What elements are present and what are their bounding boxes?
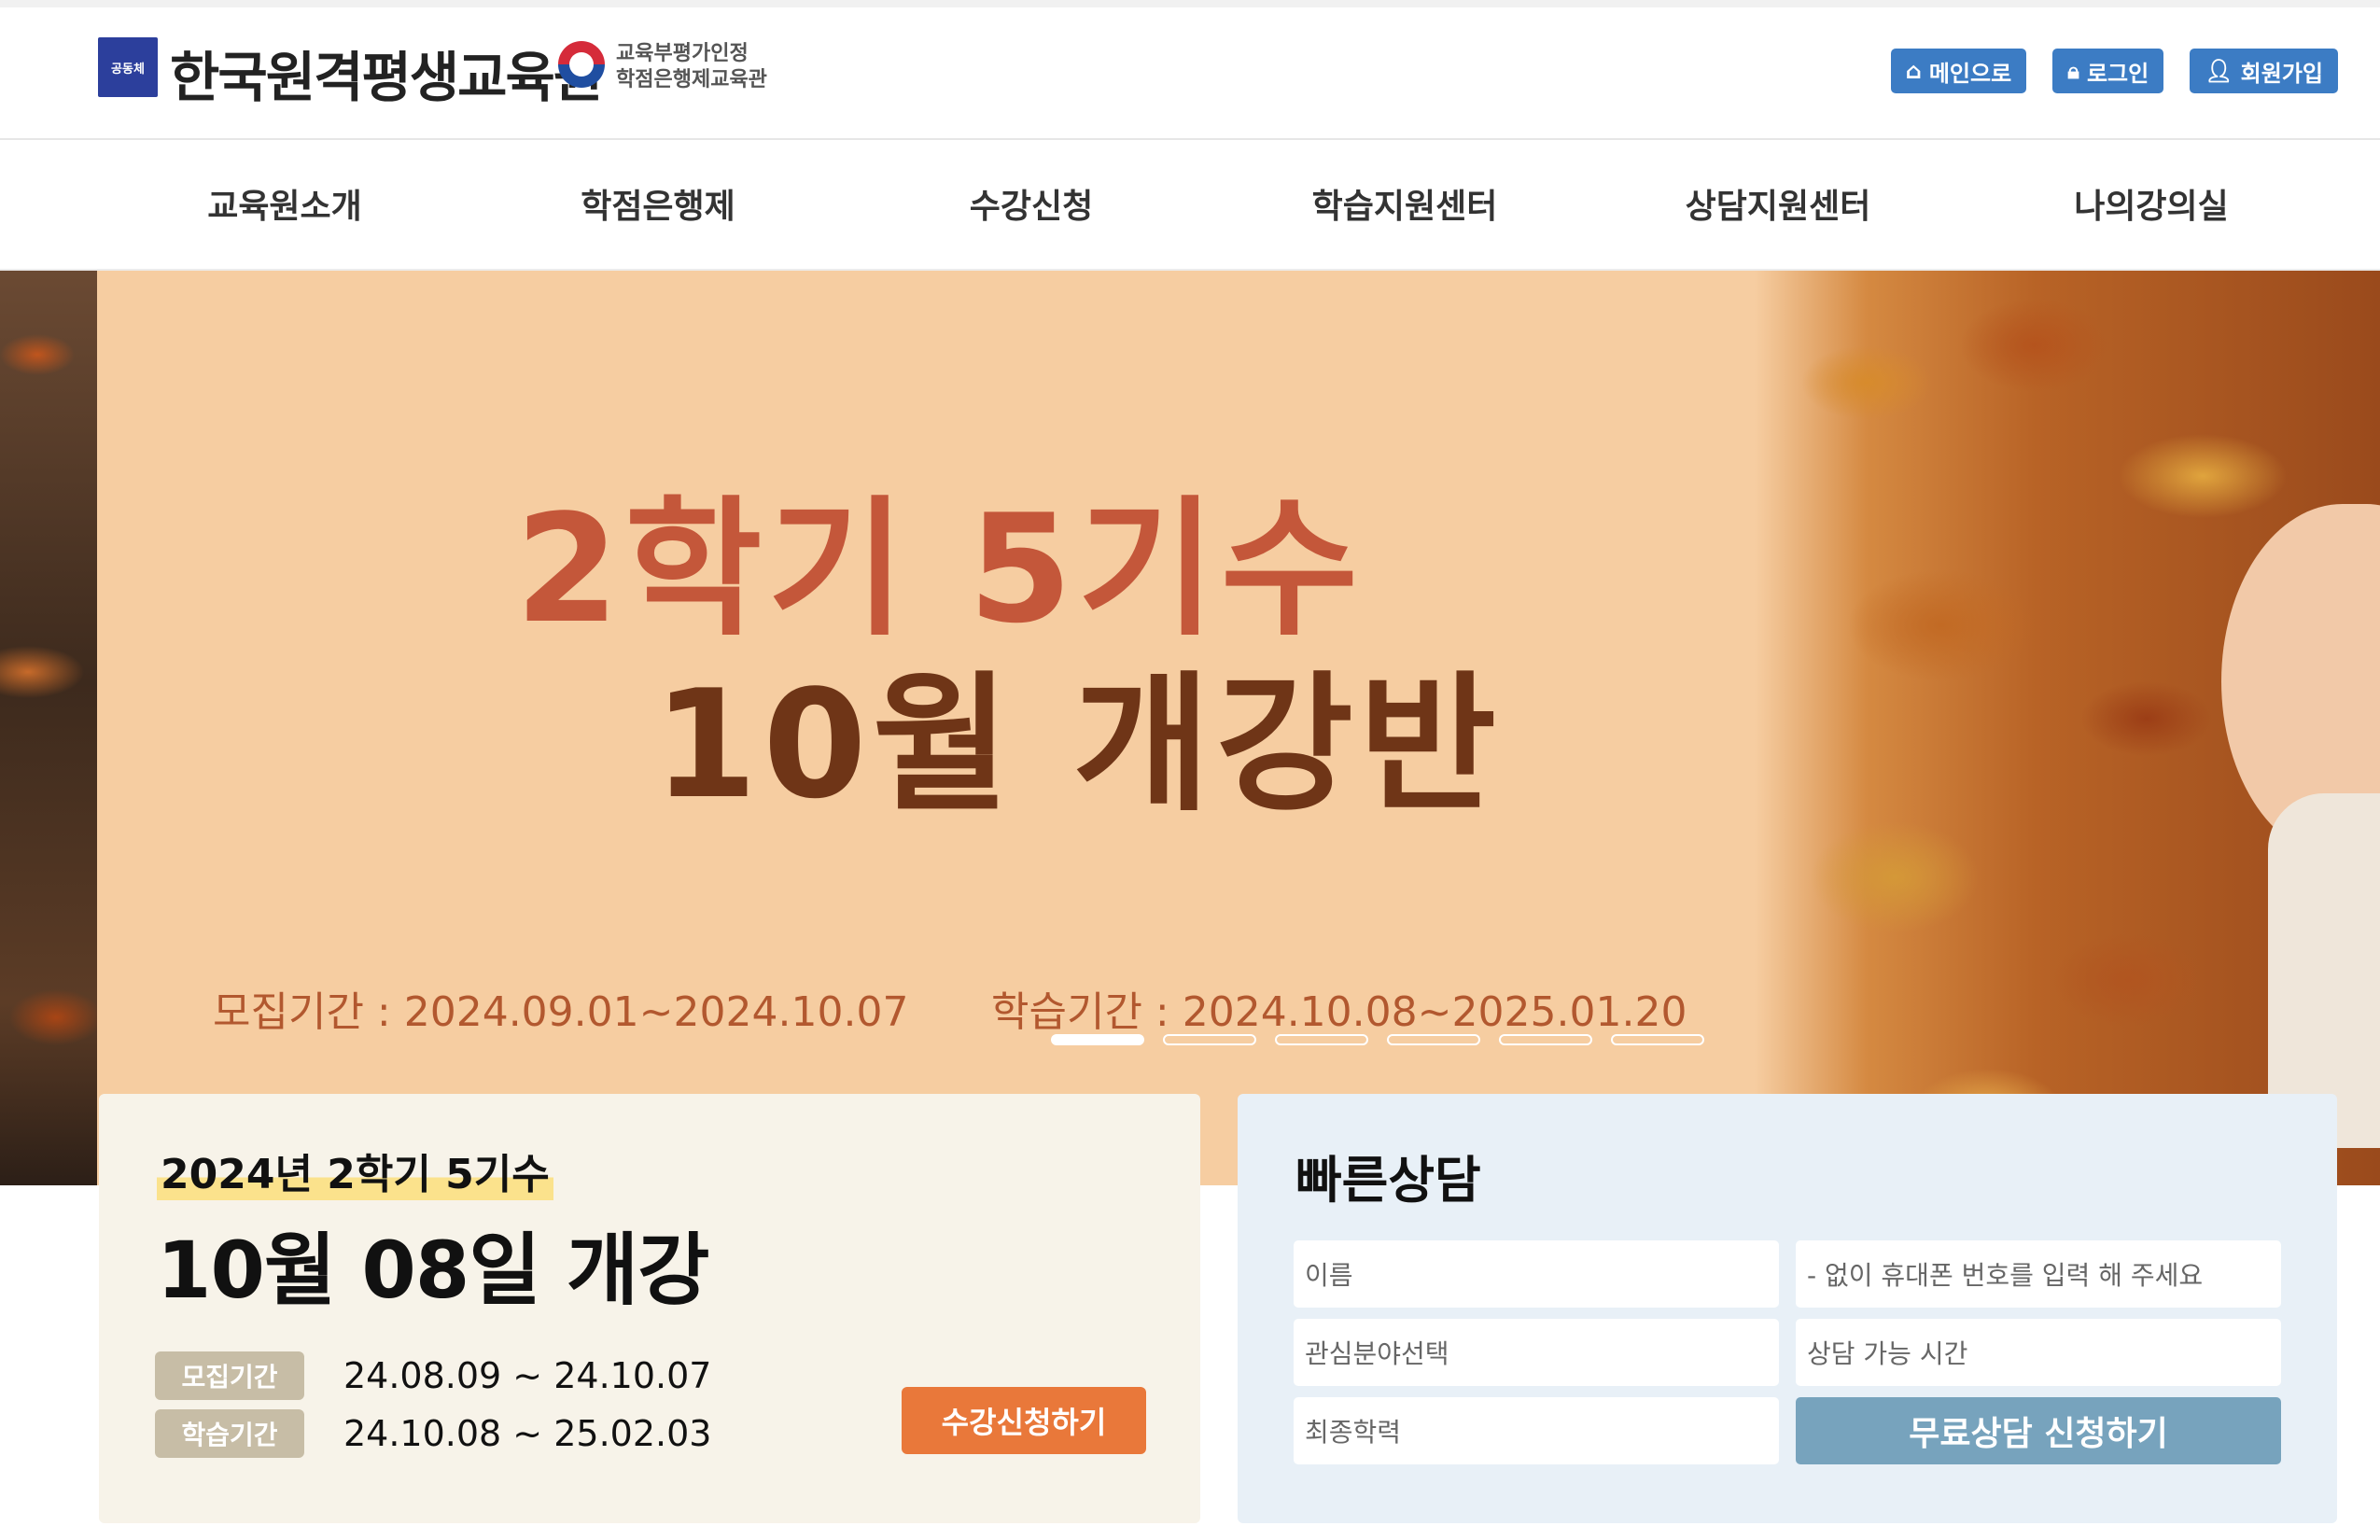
banner-headline-1: 2학기 5기수: [515, 482, 1365, 656]
accreditation-label: 교육부평가인정 학점은행제교육관: [616, 41, 767, 93]
course-subtitle: 2024년 2학기 5기수: [157, 1141, 553, 1200]
slide-dot-6[interactable]: [1611, 1034, 1704, 1045]
interest-select[interactable]: 관심분야선택: [1294, 1319, 1779, 1386]
recruit-period-row: 모집기간 24.08.09 ~ 24.10.07: [155, 1351, 711, 1400]
slide-dot-3[interactable]: [1275, 1034, 1368, 1045]
banner-leaves-left-image: [0, 271, 97, 1185]
quick-consult-title: 빠른상담: [1295, 1151, 1481, 1210]
nav-item-my-classroom[interactable]: 나의강의실: [2074, 179, 2229, 228]
quick-consult-card: 빠른상담 이름 - 없이 휴대폰 번호를 입력 해 주세요 관심분야선택 상담 …: [1238, 1094, 2337, 1523]
education-select[interactable]: 최종학력: [1294, 1397, 1779, 1464]
site-header: 공동체 한국원격평생교육원 교육부평가인정 학점은행제교육관 ⌂ 메인으로 🔒︎…: [0, 7, 2380, 140]
banner-headline-2: 10월 개강반: [653, 657, 1503, 832]
banner-recruit-period: 모집기간 : 2024.09.01~2024.10.07: [213, 988, 909, 1036]
signup-button[interactable]: 👤︎ 회원가입: [2190, 49, 2338, 93]
slide-dot-2[interactable]: [1163, 1034, 1256, 1045]
nav-item-about[interactable]: 교육원소개: [207, 179, 362, 228]
nav-item-credit-bank[interactable]: 학점은행제: [581, 179, 735, 228]
utility-buttons: ⌂ 메인으로 🔒︎ 로그인 👤︎ 회원가입: [1890, 49, 2338, 93]
course-title: 10월 08일 개강: [157, 1225, 709, 1316]
nav-item-learning-support[interactable]: 학습지원센터: [1312, 179, 1498, 228]
site-logo-text[interactable]: 한국원격평생교육원: [170, 34, 603, 112]
slide-dot-4[interactable]: [1387, 1034, 1480, 1045]
recruit-period-value: 24.08.09 ~ 24.10.07: [343, 1355, 712, 1396]
banner-study-period: 학습기간 : 2024.10.08~2025.01.20: [991, 988, 1687, 1036]
home-icon: ⌂: [1905, 58, 1922, 84]
signup-button-label: 회원가입: [2240, 60, 2323, 87]
nav-item-enrollment[interactable]: 수강신청: [970, 179, 1093, 228]
login-button[interactable]: 🔒︎ 로그인: [2052, 49, 2164, 93]
study-period-value: 24.10.08 ~ 25.02.03: [343, 1413, 712, 1454]
taeguk-emblem-icon: [558, 41, 605, 88]
lock-icon: 🔒︎: [2067, 58, 2079, 84]
study-period-tag: 학습기간: [155, 1409, 304, 1458]
logo-emblem[interactable]: 공동체: [98, 37, 158, 97]
free-consult-submit-button[interactable]: 무료상담 신청하기: [1796, 1397, 2281, 1464]
nav-item-consulting[interactable]: 상담지원센터: [1686, 179, 1871, 228]
accreditation-line-1: 교육부평가인정: [616, 42, 749, 65]
accreditation-line-2: 학점은행제교육관: [616, 68, 767, 91]
slide-indicators: [1051, 1034, 1704, 1045]
top-strip: [0, 0, 2380, 7]
user-icon: 👤︎: [2205, 58, 2233, 84]
home-button-label: 메인으로: [1928, 60, 2012, 87]
consult-time-select[interactable]: 상담 가능 시간: [1796, 1319, 2281, 1386]
home-button[interactable]: ⌂ 메인으로: [1890, 49, 2027, 93]
name-input[interactable]: 이름: [1294, 1240, 1779, 1308]
slide-dot-5[interactable]: [1499, 1034, 1592, 1045]
apply-course-button[interactable]: 수강신청하기: [902, 1387, 1146, 1454]
slide-dot-1[interactable]: [1051, 1034, 1144, 1045]
hero-banner[interactable]: 2학기 5기수 10월 개강반 모집기간 : 2024.09.01~2024.1…: [0, 271, 2380, 1185]
study-period-row: 학습기간 24.10.08 ~ 25.02.03: [155, 1409, 711, 1458]
main-navigation: 교육원소개 학점은행제 수강신청 학습지원센터 상담지원센터 나의강의실: [0, 140, 2380, 271]
login-button-label: 로그인: [2086, 60, 2149, 87]
phone-input[interactable]: - 없이 휴대폰 번호를 입력 해 주세요: [1796, 1240, 2281, 1308]
recruit-period-tag: 모집기간: [155, 1351, 304, 1400]
course-info-card: 2024년 2학기 5기수 10월 08일 개강 모집기간 24.08.09 ~…: [99, 1094, 1200, 1523]
